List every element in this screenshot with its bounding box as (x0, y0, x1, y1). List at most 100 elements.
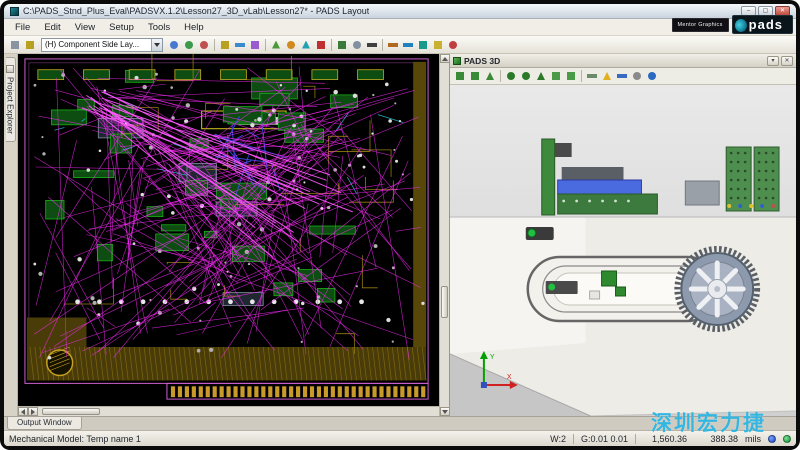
status-separator (573, 434, 574, 444)
zoom-out-icon[interactable] (197, 38, 211, 52)
toolbar-separator (581, 70, 582, 82)
save-3d-icon[interactable] (468, 69, 482, 83)
3d-green-block-1 (602, 271, 617, 286)
pads3d-menu-button[interactable]: ▾ (767, 56, 779, 66)
add-text-icon[interactable] (365, 38, 379, 52)
verify-design-icon[interactable] (446, 38, 460, 52)
save-3d-glyph (471, 72, 479, 80)
project-explorer-tab[interactable]: Project Explorer (6, 57, 16, 142)
delete-glyph (317, 41, 325, 49)
status-width: W:2 (550, 434, 566, 444)
add-component-icon[interactable] (335, 38, 349, 52)
mentor-graphics-logo: Mentor Graphics (672, 18, 729, 32)
toolbar-separator (214, 39, 215, 51)
board-thickness-glyph (587, 74, 597, 78)
flip-icon[interactable] (299, 38, 313, 52)
design-rules-glyph (251, 41, 259, 49)
rotate-icon[interactable] (284, 38, 298, 52)
open-3d-icon[interactable] (453, 69, 467, 83)
scroll-down-button[interactable] (440, 407, 450, 416)
pads3d-view[interactable]: Y X (450, 85, 796, 416)
board-view-icon[interactable] (218, 38, 232, 52)
pads3d-controls: ▾ ✕ (767, 56, 793, 66)
scroll-right-button[interactable] (28, 407, 38, 416)
verify-design-glyph (449, 41, 457, 49)
3d-led-top (528, 229, 536, 237)
output-window-tab[interactable]: Output Window (7, 417, 82, 430)
dimension-glyph (388, 43, 398, 47)
chevron-down-icon (154, 43, 160, 47)
design-rules-icon[interactable] (248, 38, 262, 52)
toolbar-separator (382, 39, 383, 51)
selection-filter-icon[interactable] (8, 38, 22, 52)
measure-icon[interactable] (401, 38, 415, 52)
pcb-canvas[interactable] (18, 54, 439, 406)
open-3d-glyph (456, 72, 464, 80)
rotate-3d-glyph (522, 72, 530, 80)
3d-connector-row (562, 167, 624, 180)
redraw-icon[interactable] (167, 38, 181, 52)
toolbar-separator (331, 39, 332, 51)
status-grid: G:0.01 0.01 (581, 434, 628, 444)
bottom-view-icon[interactable] (564, 69, 578, 83)
status-separator (635, 434, 636, 444)
pour-manager-icon[interactable] (431, 38, 445, 52)
route-mode-icon[interactable] (233, 38, 247, 52)
menu-help[interactable]: Help (177, 21, 211, 34)
status-led-blue-icon[interactable] (768, 435, 776, 443)
zoom-in-icon[interactable] (182, 38, 196, 52)
window-title: C:\PADS_Stnd_Plus_Eval\PADSVX.1.2\Lesson… (23, 6, 369, 16)
project-explorer-label: Project Explorer (6, 77, 15, 134)
horizontal-scrollbar[interactable] (18, 406, 439, 416)
dimension-icon[interactable] (386, 38, 400, 52)
top-view-icon[interactable] (549, 69, 563, 83)
layer-color-icon[interactable] (23, 38, 37, 52)
export-3d-icon[interactable] (483, 69, 497, 83)
vertical-scrollbar[interactable] (439, 54, 449, 416)
scroll-left-button[interactable] (18, 407, 28, 416)
pads3d-title-bar[interactable]: PADS 3D ▾ ✕ (450, 54, 796, 68)
pads3d-panel: PADS 3D ▾ ✕ (449, 54, 796, 416)
3d-green-card (542, 139, 555, 215)
route-mode-glyph (235, 43, 245, 47)
layer-selector-dropdown-button[interactable] (151, 39, 162, 51)
menu-file[interactable]: File (8, 21, 37, 34)
vertical-scroll-thumb[interactable] (441, 286, 448, 318)
zoom-fit-3d-icon[interactable] (504, 69, 518, 83)
pan-3d-glyph (537, 72, 545, 80)
status-led-green-icon[interactable] (783, 435, 791, 443)
3d-viewport[interactable]: Y X (450, 85, 796, 416)
settings-3d-icon[interactable] (630, 69, 644, 83)
3d-blue-connector (558, 180, 642, 194)
scroll-up-button[interactable] (440, 54, 450, 63)
selection-filter-glyph (11, 41, 19, 49)
board-thickness-icon[interactable] (585, 69, 599, 83)
rotate-3d-icon[interactable] (519, 69, 533, 83)
move-icon[interactable] (269, 38, 283, 52)
3d-view-icon[interactable] (416, 38, 430, 52)
add-component-glyph (338, 41, 346, 49)
left-dock-strip: Project Explorer (4, 54, 18, 416)
toolbar-icons (167, 38, 460, 52)
layer-selector-value: (H) Component Side Lay... (45, 40, 139, 49)
help-3d-icon[interactable] (645, 69, 659, 83)
brand-logos: Mentor Graphics pads (672, 15, 794, 34)
toolbar-separator (500, 70, 501, 82)
pads-logo: pads (732, 15, 793, 34)
add-via-icon[interactable] (350, 38, 364, 52)
warnings-icon[interactable] (600, 69, 614, 83)
menu-setup[interactable]: Setup (102, 21, 141, 34)
menu-edit[interactable]: Edit (37, 21, 67, 34)
delete-icon[interactable] (314, 38, 328, 52)
pcb-layout-view[interactable] (18, 54, 439, 406)
measure-3d-icon[interactable] (615, 69, 629, 83)
pan-3d-icon[interactable] (534, 69, 548, 83)
move-glyph (272, 41, 280, 49)
app-icon (10, 7, 19, 16)
horizontal-scroll-thumb[interactable] (42, 408, 100, 415)
menu-tools[interactable]: Tools (141, 21, 177, 34)
menu-view[interactable]: View (68, 21, 102, 34)
application-window-frame: C:\PADS_Stnd_Plus_Eval\PADSVX.1.2\Lesson… (0, 0, 800, 450)
pads3d-close-button[interactable]: ✕ (781, 56, 793, 66)
layer-selector[interactable]: (H) Component Side Lay... (41, 38, 163, 52)
